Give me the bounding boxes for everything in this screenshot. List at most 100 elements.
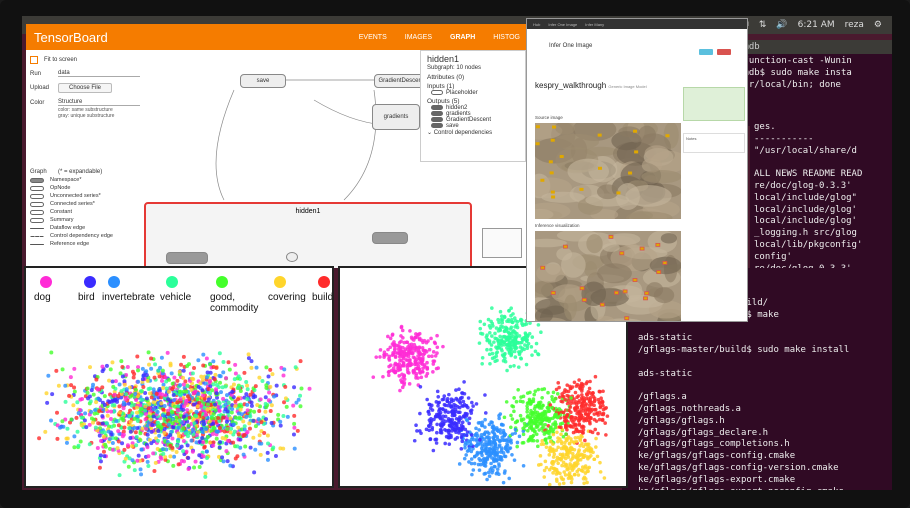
legend-item-label: Control dependency edge [50,233,113,239]
topbar-item-3[interactable]: 6:21 AM [798,20,835,30]
run-select[interactable]: data [58,70,140,77]
scatter-left-points [37,350,312,479]
legend-item: Constant [30,209,140,215]
fit-to-screen-link[interactable]: Fit to screen [44,57,77,63]
color-label: Color [30,99,45,106]
topbar-item-1[interactable]: ⇅ [759,20,767,30]
result-panel [683,87,745,121]
tensorboard-sidebar: Fit to screen Run data Upload Choose File … [26,50,144,268]
tensorboard-title: TensorBoard [34,29,108,45]
info-attributes[interactable]: Attributes (0) [427,74,519,81]
legend-item: Control dependency edge [30,233,140,239]
infer-title: Infer One Image [549,43,593,49]
node-weights[interactable] [166,252,208,264]
hidden1-label: hidden1 [295,208,321,215]
legend-swatch-icon [30,201,44,207]
topbar-item-4[interactable]: reza [845,20,864,30]
tab-histograms[interactable]: HISTOG [493,34,520,41]
legend-item: Reference edge [30,241,140,247]
info-input-item[interactable]: Placeholder [431,90,519,96]
legend-item: OpNode [30,185,140,191]
output-pill-icon [431,111,443,117]
infer-blue-button[interactable] [699,49,713,55]
node-biases[interactable] [372,232,408,244]
inference-viz-label: Inference visualization [535,223,580,228]
info-output-list: hidden2 gradients GradientDescent save [427,105,519,129]
source-image [535,123,681,219]
infer-nav: Hub Infer One Image Infer Many [527,19,747,29]
node-gradients[interactable]: gradients [372,104,420,130]
minimap[interactable] [482,228,522,258]
graph-legend-note: (* = expandable) [58,169,103,175]
topbar-item-5[interactable]: ⚙ [874,20,882,30]
legend-swatch-icon [30,217,44,223]
info-node-name: hidden1 [427,54,460,64]
graph-legend-label: Graph [30,169,47,175]
control-deps-label: Control dependencies [433,130,493,137]
legend-swatch-icon [30,177,44,183]
model-name: kespry_walkthrough Generic Image Model [535,81,647,90]
node-hidden1-expanded[interactable]: hidden1 [144,202,472,268]
info-control-deps[interactable]: ⌄ Control dependencies [427,129,519,136]
infer-nav-one[interactable]: Infer One Image [548,22,577,27]
choose-file-button[interactable]: Choose File [58,83,113,93]
inference-visualization-image [535,231,681,321]
info-inputs[interactable]: Inputs (1) [427,83,519,90]
legend-item-label: Reference edge [50,241,90,247]
tensorboard-header: TensorBoard EVENTS IMAGES GRAPH HISTOG [26,24,526,50]
legend-swatch-icon [30,193,44,199]
output-pill-icon [431,105,443,111]
legend-swatch-icon [30,235,44,237]
legend-item-label: Namespace* [50,177,82,183]
infer-nav-hub[interactable]: Hub [533,22,540,27]
notes-panel: Notes [683,133,745,153]
legend-item: Summary [30,217,140,223]
model-name-text: kespry_walkthrough [535,81,607,90]
node-info-card: hidden1 Subgraph: 10 nodes Attributes (0… [420,50,526,162]
legend-item-label: Constant [50,209,73,215]
infer-nav-many[interactable]: Infer Many [585,22,604,27]
input-item-label: Placeholder [446,90,478,97]
upload-label: Upload [30,85,50,91]
terminal-window-1[interactable]: imdb -function-cast -Wunin imdb$ sudo ma… [734,40,892,126]
legend-swatch-icon [30,227,44,229]
embedding-plot-left[interactable]: dog bird invertebrate vehicle good, commodit… [24,266,334,488]
tensorboard-nav: EVENTS IMAGES GRAPH HISTOG [359,34,526,41]
aerial-photo [535,231,681,321]
info-outputs[interactable]: Outputs (5) [427,98,519,105]
monitor-frame: ✉⇅🔊6:21 AMreza⚙ imdb -function-cast -Wun… [0,0,910,508]
run-label: Run [30,70,42,77]
tab-events[interactable]: EVENTS [359,34,387,41]
notes-label: Notes [686,136,697,141]
legend-item-label: Connected series* [50,201,95,207]
graph-legend: Namespace* OpNode Unconnected series* Conne… [30,177,140,247]
terminal-1-titlebar[interactable]: imdb [734,40,892,54]
legend-item-label: Summary [50,217,74,223]
tab-images[interactable]: IMAGES [405,34,432,41]
legend-item-label: OpNode [50,185,71,191]
terminal-2-output: ges. ----------- "/usr/local/share/d ALL… [754,122,863,270]
legend-swatch-icon [30,243,44,245]
desktop: ✉⇅🔊6:21 AMreza⚙ imdb -function-cast -Wun… [22,16,892,490]
node-save[interactable]: save [240,74,286,88]
color-note: color: same substructure gray: unique su… [58,107,115,119]
color-select[interactable]: Structure [58,99,140,106]
output-pill-icon [431,117,443,123]
infer-red-button[interactable] [717,49,731,55]
legend-item: Dataflow edge [30,225,140,231]
legend-swatch-icon [30,185,44,191]
info-subgraph: Subgraph: 10 nodes [427,65,482,71]
terminal-window-2[interactable]: ges. ----------- "/usr/local/share/d ALL… [750,120,892,270]
infer-one-image-window: Hub Infer One Image Infer Many Infer One… [526,18,748,322]
topbar-item-2[interactable]: 🔊 [776,20,787,30]
legend-item-label: Unconnected series* [50,193,101,199]
model-subtitle: Generic Image Model [608,84,647,89]
terminal-1-output: -function-cast -Wunin imdb$ sudo make in… [738,56,852,90]
tab-graph[interactable]: GRAPH [450,34,475,41]
aerial-photo [535,123,681,219]
fit-screen-icon[interactable] [30,56,38,64]
node-relu[interactable] [286,252,298,262]
legend-item-label: Dataflow edge [50,225,86,231]
output-pill-icon [431,123,443,129]
legend-swatch-icon [30,209,44,215]
